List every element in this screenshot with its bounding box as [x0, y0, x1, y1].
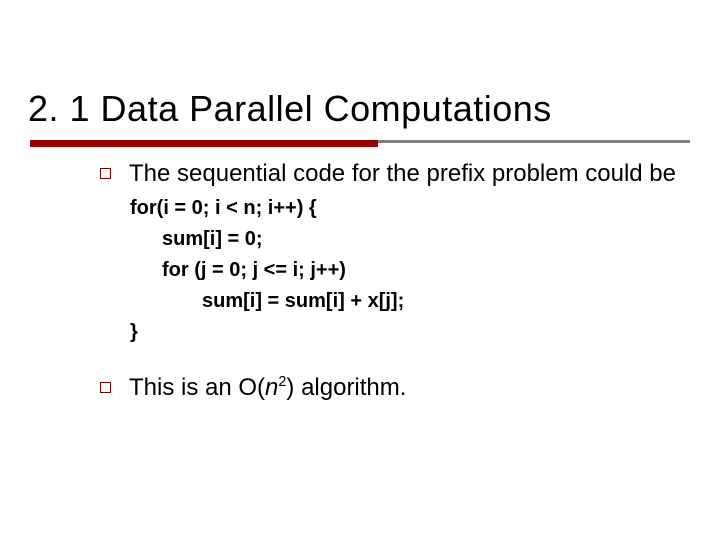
underline-red [30, 140, 378, 147]
square-bullet-icon [100, 382, 111, 393]
code-line: sum[i] = 0; [130, 224, 680, 255]
slide-body: The sequential code for the prefix probl… [100, 160, 680, 407]
square-bullet-icon [100, 168, 111, 179]
slide-title: 2. 1 Data Parallel Computations [28, 88, 552, 130]
code-line: for (j = 0; j <= i; j++) [130, 255, 680, 286]
bullet-item: The sequential code for the prefix probl… [100, 160, 680, 189]
text-fragment: ) algorithm. [286, 374, 406, 401]
bullet-text: The sequential code for the prefix probl… [129, 160, 676, 189]
code-block: for(i = 0; i < n; i++) { sum[i] = 0; for… [130, 193, 680, 348]
text-var: n [265, 374, 278, 401]
slide: 2. 1 Data Parallel Computations The sequ… [0, 0, 720, 540]
code-line: sum[i] = sum[i] + x[j]; [130, 286, 680, 317]
text-fragment: This is an O( [129, 374, 265, 401]
code-line: } [130, 317, 680, 348]
code-line: for(i = 0; i < n; i++) { [130, 193, 680, 224]
bullet-text: This is an O(n2) algorithm. [129, 374, 406, 403]
bullet-item: This is an O(n2) algorithm. [100, 374, 680, 403]
title-underline [30, 140, 690, 148]
